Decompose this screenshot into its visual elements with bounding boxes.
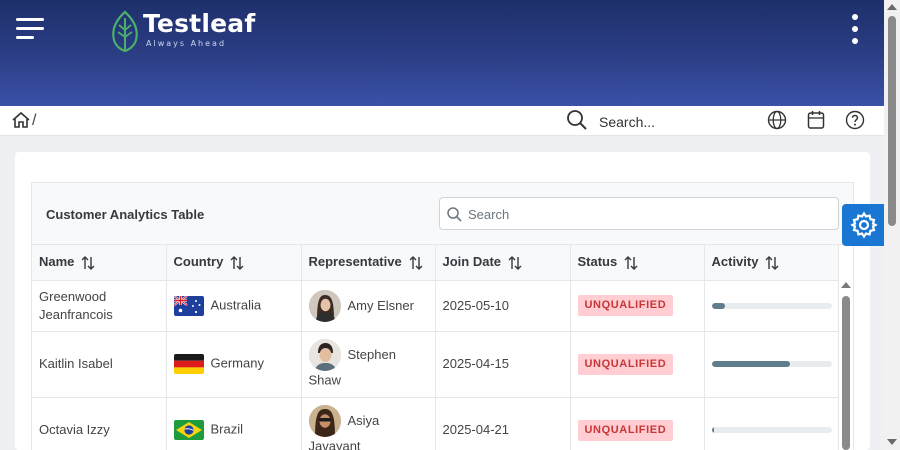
cell-representative: Stephen Shaw (301, 331, 436, 398)
customer-table: Name Country Representative Join Date St… (32, 245, 839, 450)
brazil-flag-icon (173, 420, 204, 440)
sort-icon[interactable] (623, 255, 639, 271)
representative-name: Amy Elsner (347, 297, 414, 313)
table-title: Customer Analytics Table (46, 207, 205, 222)
column-header-representative[interactable]: Representative (301, 245, 436, 281)
brand-name: Testleaf (143, 9, 256, 38)
cell-join-date: 2025-05-10 (435, 280, 571, 332)
status-badge: UNQUALIFIED (577, 419, 674, 441)
cell-country: Brazil (166, 397, 302, 450)
table-header-row: Name Country Representative Join Date St… (32, 245, 839, 281)
avatar (308, 404, 341, 437)
column-header-name[interactable]: Name (32, 245, 167, 281)
scroll-up-arrow[interactable] (887, 4, 897, 10)
table-scroll-up-arrow[interactable] (841, 282, 851, 288)
menu-icon[interactable] (16, 18, 46, 42)
column-label: Join Date (442, 253, 502, 269)
breadcrumb-bar: / (0, 106, 884, 136)
column-label: Representative (308, 253, 402, 269)
cell-name: Octavia Izzy (32, 397, 167, 450)
column-header-join-date[interactable]: Join Date (435, 245, 571, 281)
cell-representative: Asiya Javayant (301, 397, 436, 450)
country-label: Australia (210, 296, 262, 312)
country-label: Brazil (210, 421, 244, 437)
column-header-country[interactable]: Country (166, 245, 302, 281)
customer-table-panel: Customer Analytics Table Name Country Re… (31, 182, 854, 450)
activity-progress-bar (711, 302, 832, 309)
column-label: Name (39, 253, 75, 269)
cell-status: UNQUALIFIED (570, 331, 705, 398)
table-search-input[interactable] (468, 204, 828, 224)
activity-progress-bar (711, 361, 832, 367)
cell-activity (704, 397, 839, 450)
sort-icon[interactable] (229, 255, 245, 271)
column-label: Status (577, 253, 618, 269)
gear-icon (850, 211, 878, 239)
activity-progress-fill (711, 302, 725, 309)
cell-country: Germany (166, 331, 302, 398)
cell-activity (704, 331, 839, 398)
status-badge: UNQUALIFIED (577, 353, 674, 375)
cell-status: UNQUALIFIED (570, 397, 705, 450)
search-icon (447, 207, 462, 222)
cell-representative: Amy Elsner (301, 280, 436, 332)
column-header-activity[interactable]: Activity (704, 245, 839, 281)
column-label: Activity (711, 253, 759, 269)
scroll-down-arrow[interactable] (887, 439, 897, 445)
brand-tagline: Always Ahead (146, 39, 227, 48)
page-scrollbar[interactable] (884, 0, 900, 450)
activity-progress-fill (711, 427, 714, 433)
avatar (308, 338, 341, 371)
sort-icon[interactable] (408, 255, 424, 271)
table-row[interactable]: Octavia Izzy Brazil Asiya Javayant 2025-… (32, 397, 839, 450)
table-search-box[interactable] (439, 197, 839, 230)
avatar (308, 289, 341, 322)
cell-country: Australia (166, 280, 302, 332)
page-scroll-thumb[interactable] (888, 16, 896, 226)
more-options-icon[interactable] (848, 14, 862, 46)
table-row[interactable]: Kaitlin Isabel Germany Stephen Shaw 2025… (32, 331, 839, 398)
top-header: Testleaf Always Ahead (0, 0, 884, 106)
activity-progress-bar (711, 427, 832, 433)
search-icon[interactable] (566, 109, 588, 131)
sort-icon[interactable] (764, 255, 780, 271)
settings-button[interactable] (842, 204, 885, 246)
australia-flag-icon (173, 295, 204, 316)
sort-icon[interactable] (507, 255, 523, 271)
cell-name: Greenwood Jeanfrancois (32, 280, 167, 332)
cell-activity (704, 280, 839, 332)
table-row[interactable]: Greenwood Jeanfrancois Australia Amy Els… (32, 280, 839, 332)
germany-flag-icon (173, 354, 204, 374)
help-icon[interactable] (845, 110, 865, 130)
column-label: Country (173, 253, 224, 269)
status-badge: UNQUALIFIED (577, 295, 674, 316)
cell-join-date: 2025-04-15 (435, 331, 571, 398)
calendar-icon[interactable] (807, 110, 825, 130)
table-scrollbar[interactable] (842, 296, 850, 450)
sort-icon[interactable] (80, 255, 96, 271)
table-header-bar: Customer Analytics Table (32, 183, 853, 245)
activity-progress-fill (711, 361, 790, 367)
column-header-status[interactable]: Status (570, 245, 705, 281)
country-label: Germany (210, 355, 264, 371)
breadcrumb-separator: / (32, 112, 37, 129)
global-search-input[interactable] (593, 111, 753, 133)
globe-icon[interactable] (767, 110, 787, 130)
leaf-icon (112, 10, 138, 52)
home-icon[interactable] (11, 111, 31, 129)
cell-status: UNQUALIFIED (570, 280, 705, 332)
cell-join-date: 2025-04-21 (435, 397, 571, 450)
cell-name: Kaitlin Isabel (32, 331, 167, 398)
